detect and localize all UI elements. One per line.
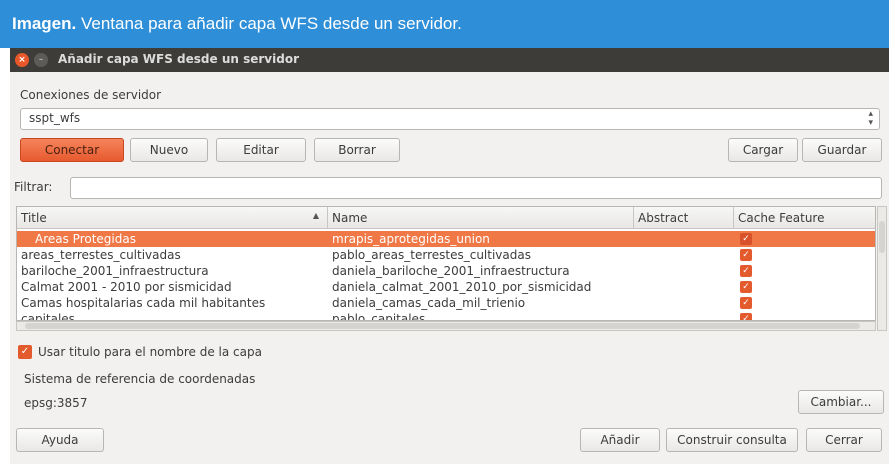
row-title: areas_terrestes_cultivadas xyxy=(21,248,181,262)
column-header-name[interactable]: Name xyxy=(328,207,634,229)
cache-feature-checkbox[interactable]: ✓ xyxy=(740,297,752,309)
column-header-abstract[interactable]: Abstract xyxy=(634,207,734,229)
window-titlebar: × – Añadir capa WFS desde un servidor xyxy=(10,48,889,72)
row-name: daniela_calmat_2001_2010_por_sismicidad xyxy=(332,280,592,294)
row-name: daniela_camas_cada_mil_trienio xyxy=(332,296,526,310)
server-connection-select[interactable]: sspt_wfs ▴ ▾ xyxy=(20,108,880,130)
horizontal-scrollbar[interactable] xyxy=(16,321,876,331)
table-row[interactable]: bariloche_2001_infraestructura daniela_b… xyxy=(17,263,875,279)
window-title: Añadir capa WFS desde un servidor xyxy=(58,52,299,66)
row-name: mrapis_aprotegidas_union xyxy=(332,232,490,246)
table-row[interactable]: Areas Protegidas mrapis_aprotegidas_unio… xyxy=(17,231,875,247)
filter-input[interactable] xyxy=(70,177,882,199)
cache-feature-checkbox[interactable]: ✓ xyxy=(740,249,752,261)
delete-connection-button[interactable]: Borrar xyxy=(314,138,400,162)
help-button[interactable]: Ayuda xyxy=(16,428,104,452)
edit-connection-button[interactable]: Editar xyxy=(216,138,306,162)
add-button[interactable]: Añadir xyxy=(580,428,660,452)
figure-caption: Imagen. Ventana para añadir capa WFS des… xyxy=(0,0,889,48)
table-row[interactable]: Calmat 2001 - 2010 por sismicidad daniel… xyxy=(17,279,875,295)
use-title-checkbox[interactable]: ✓ xyxy=(18,345,32,359)
table-row[interactable]: areas_terrestes_cultivadas pablo_areas_t… xyxy=(17,247,875,263)
row-title: capitales xyxy=(21,312,75,321)
connect-button[interactable]: Conectar xyxy=(20,138,124,162)
row-title: Areas Protegidas xyxy=(35,232,136,246)
filter-label: Filtrar: xyxy=(14,180,53,194)
row-title: Camas hospitalarias cada mil habitantes xyxy=(21,296,266,310)
server-connection-value: sspt_wfs xyxy=(29,111,81,125)
vertical-scrollbar-thumb[interactable] xyxy=(879,221,885,253)
crs-label: Sistema de referencia de coordenadas xyxy=(24,372,256,386)
cache-feature-checkbox[interactable]: ✓ xyxy=(740,265,752,277)
table-row[interactable]: capitales pablo_capitales ✓ xyxy=(17,311,875,321)
row-title: bariloche_2001_infraestructura xyxy=(21,264,209,278)
build-query-button[interactable]: Construir consulta xyxy=(666,428,798,452)
column-header-title-label: Title xyxy=(21,211,47,225)
sort-ascending-icon: ▲ xyxy=(312,211,319,220)
save-connections-button[interactable]: Guardar xyxy=(802,138,882,162)
wfs-dialog: Conexiones de servidor sspt_wfs ▴ ▾ Conec… xyxy=(10,72,889,464)
spin-arrows-icon: ▴ ▾ xyxy=(868,109,873,128)
new-connection-button[interactable]: Nuevo xyxy=(130,138,208,162)
caption-text: Ventana para añadir capa WFS desde un se… xyxy=(76,14,462,33)
connections-label: Conexiones de servidor xyxy=(20,88,162,102)
column-header-title[interactable]: Title ▲ xyxy=(17,207,328,229)
crs-value: epsg:3857 xyxy=(24,396,88,410)
row-name: pablo_areas_terrestes_cultivadas xyxy=(332,248,531,262)
close-window-icon[interactable]: × xyxy=(15,53,29,67)
row-name: pablo_capitales xyxy=(332,312,426,321)
load-connections-button[interactable]: Cargar xyxy=(728,138,798,162)
horizontal-scrollbar-thumb[interactable] xyxy=(25,323,860,329)
minimize-window-icon[interactable]: – xyxy=(34,53,48,67)
table-row[interactable]: Camas hospitalarias cada mil habitantes … xyxy=(17,295,875,311)
caption-bold: Imagen. xyxy=(12,14,77,33)
layers-table: Title ▲ Name Abstract Cache Feature Areas… xyxy=(16,206,876,321)
use-title-label: Usar titulo para el nombre de la capa xyxy=(38,345,262,359)
row-name: daniela_bariloche_2001_infraestructura xyxy=(332,264,570,278)
close-button[interactable]: Cerrar xyxy=(806,428,882,452)
cache-feature-checkbox[interactable]: ✓ xyxy=(740,281,752,293)
cache-feature-checkbox[interactable]: ✓ xyxy=(740,313,752,320)
cache-feature-checkbox[interactable]: ✓ xyxy=(740,233,752,245)
change-crs-button[interactable]: Cambiar... xyxy=(798,390,884,414)
row-title: Calmat 2001 - 2010 por sismicidad xyxy=(21,280,232,294)
vertical-scrollbar[interactable] xyxy=(877,206,887,331)
column-header-cache-feature[interactable]: Cache Feature xyxy=(734,207,875,229)
table-header: Title ▲ Name Abstract Cache Feature xyxy=(17,207,875,229)
